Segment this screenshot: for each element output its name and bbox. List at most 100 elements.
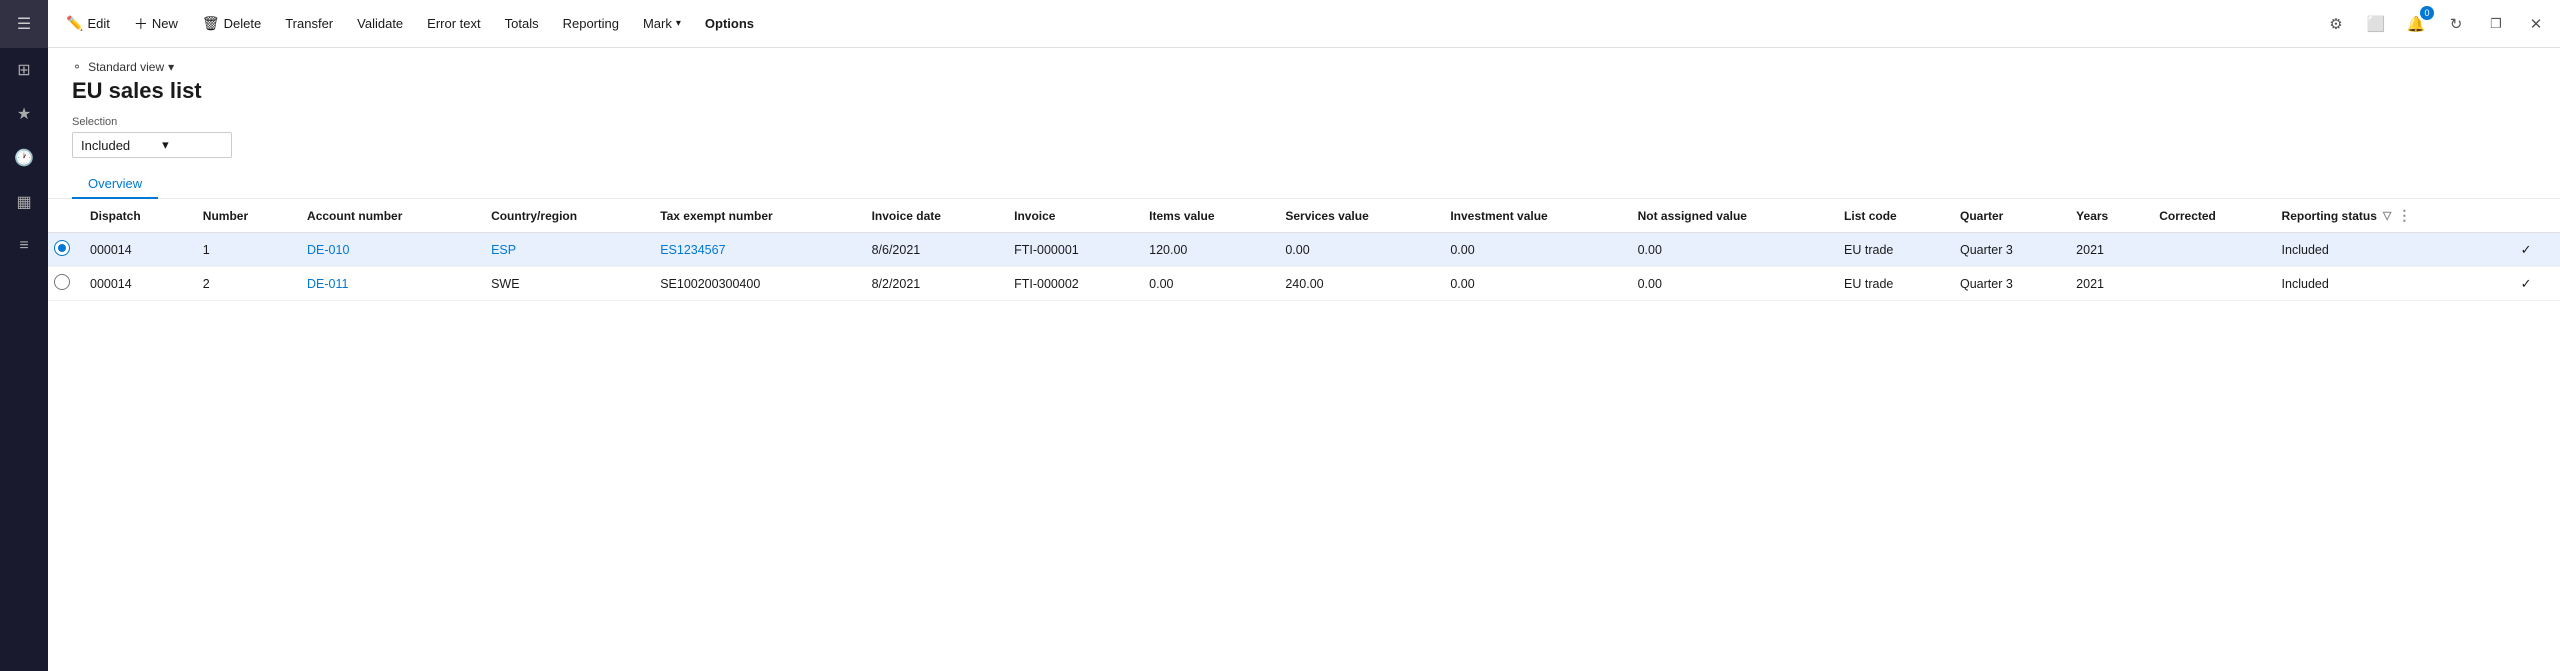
th-quarter: Quarter [1950,199,2066,233]
reporting-status-cell: Included [2272,267,2511,301]
th-number: Number [193,199,297,233]
th-country-region: Country/region [481,199,650,233]
close-icon[interactable]: ✕ [2520,8,2552,40]
delete-icon: 🗑 [202,15,220,32]
toolbar: ✏️ Edit ＋ New 🗑 Delete Transfer Validate… [48,0,2560,48]
chevron-down-icon: ▾ [168,60,174,74]
validate-button[interactable]: Validate [347,12,413,35]
years-cell: 2021 [2066,267,2149,301]
th-list-code: List code [1834,199,1950,233]
row-radio[interactable] [54,240,70,256]
country-region-cell: SWE [481,267,650,301]
reporting-status-filter-icon[interactable]: ▽ [2383,209,2391,222]
reporting-button[interactable]: Reporting [553,12,629,35]
invoice-cell: FTI-000002 [1004,267,1139,301]
dispatch-cell: 000014 [80,233,193,267]
th-invoice-date: Invoice date [862,199,1005,233]
standard-view-selector[interactable]: Standard view ▾ [88,60,174,74]
quarter-cell: Quarter 3 [1950,267,2066,301]
th-corrected: Corrected [2149,199,2271,233]
th-years: Years [2066,199,2149,233]
items-value-cell: 0.00 [1139,267,1275,301]
toolbar-right-icons: ⚙ ⬜ 🔔 0 ↻ ❐ ✕ [2320,8,2552,40]
country-region-cell[interactable]: ESP [481,233,650,267]
filter-icon[interactable]: ⚬ [72,60,82,74]
not-assigned-value-cell: 0.00 [1628,267,1834,301]
page-header: ⚬ Standard view ▾ EU sales list Selectio… [48,48,2560,199]
th-reporting-status: Reporting status ▽ ⋮ [2272,199,2511,233]
grid-icon[interactable]: ▦ [0,180,48,224]
notification-badge-count: 0 [2420,6,2434,20]
th-not-assigned-value: Not assigned value [1628,199,1834,233]
recent-icon[interactable]: 🕐 [0,136,48,180]
main-content: ✏️ Edit ＋ New 🗑 Delete Transfer Validate… [48,0,2560,671]
services-value-cell: 0.00 [1275,233,1440,267]
th-invoice: Invoice [1004,199,1139,233]
settings-icon[interactable]: ⚙ [2320,8,2352,40]
page-content: ⚬ Standard view ▾ EU sales list Selectio… [48,48,2560,671]
corrected-cell [2149,267,2271,301]
number-cell: 2 [193,267,297,301]
mark-chevron-icon: ▾ [676,18,681,29]
edit-icon: ✏️ [66,15,83,32]
checkmark-icon: ✓ [2521,276,2532,291]
options-button[interactable]: Options [695,12,764,35]
tabs-row: Overview [72,170,2536,198]
th-investment-value: Investment value [1440,199,1627,233]
row-selector[interactable] [48,267,80,301]
account-number-cell[interactable]: DE-010 [297,233,481,267]
column-more-icon[interactable]: ⋮ [2397,207,2411,224]
dispatch-cell: 000014 [80,267,193,301]
reporting-status-cell: Included [2272,233,2511,267]
filter-row: ⚬ Standard view ▾ [72,60,2536,74]
table-row[interactable]: 0000141DE-010ESPES12345678/6/2021FTI-000… [48,233,2560,267]
notification-icon[interactable]: 🔔 0 [2400,8,2432,40]
services-value-cell: 240.00 [1275,267,1440,301]
table-row[interactable]: 0000142DE-011SWESE1002003004008/2/2021FT… [48,267,2560,301]
checkmark-icon: ✓ [2521,242,2532,257]
list-icon[interactable]: ≡ [0,224,48,268]
invoice-cell: FTI-000001 [1004,233,1139,267]
th-account-number: Account number [297,199,481,233]
invoice-date-cell: 8/6/2021 [862,233,1005,267]
error-text-button[interactable]: Error text [417,12,490,35]
row-selector[interactable] [48,233,80,267]
home-icon[interactable]: ⊞ [0,48,48,92]
row-radio[interactable] [54,274,70,290]
list-code-cell: EU trade [1834,233,1950,267]
mark-button[interactable]: Mark ▾ [633,12,691,35]
transfer-button[interactable]: Transfer [275,12,343,35]
tab-overview[interactable]: Overview [72,170,158,199]
table-header-row: Dispatch Number Account number Country/r… [48,199,2560,233]
number-cell: 1 [193,233,297,267]
page-title: EU sales list [72,78,2536,104]
totals-button[interactable]: Totals [495,12,549,35]
restore-icon[interactable]: ❐ [2480,8,2512,40]
refresh-icon[interactable]: ↻ [2440,8,2472,40]
row-checkmark-cell: ✓ [2511,233,2560,267]
account-number-cell[interactable]: DE-011 [297,267,481,301]
items-value-cell: 120.00 [1139,233,1275,267]
new-button[interactable]: ＋ New [124,10,188,38]
star-icon[interactable]: ★ [0,92,48,136]
investment-value-cell: 0.00 [1440,233,1627,267]
table-area: Dispatch Number Account number Country/r… [48,199,2560,671]
selection-dropdown[interactable]: Included ▾ [72,132,232,158]
quarter-cell: Quarter 3 [1950,233,2066,267]
th-tax-exempt-number: Tax exempt number [650,199,861,233]
selection-label: Selection [72,116,2536,128]
th-items-value: Items value [1139,199,1275,233]
dropdown-chevron-icon: ▾ [162,137,169,153]
edit-button[interactable]: ✏️ Edit [56,11,120,36]
th-check [48,199,80,233]
th-services-value: Services value [1275,199,1440,233]
panel-icon[interactable]: ⬜ [2360,8,2392,40]
row-checkmark-cell: ✓ [2511,267,2560,301]
corrected-cell [2149,233,2271,267]
hamburger-icon[interactable]: ☰ [0,0,48,48]
delete-button[interactable]: 🗑 Delete [192,11,271,36]
tax-exempt-number-cell: SE100200300400 [650,267,861,301]
tax-exempt-number-cell[interactable]: ES1234567 [650,233,861,267]
years-cell: 2021 [2066,233,2149,267]
sidebar: ☰ ⊞ ★ 🕐 ▦ ≡ [0,0,48,671]
